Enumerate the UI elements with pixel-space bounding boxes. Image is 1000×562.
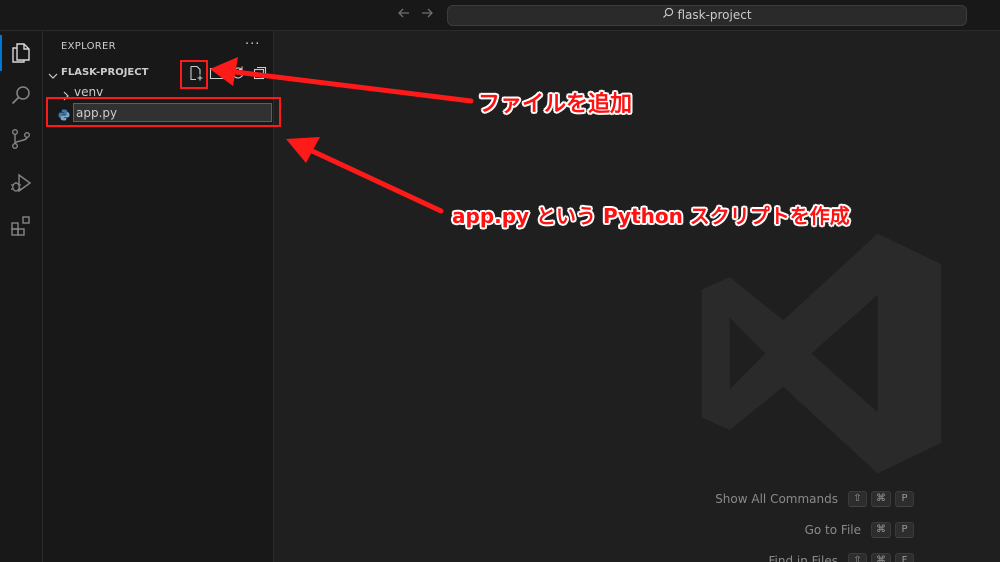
activity-bar — [0, 31, 43, 562]
vscode-logo-icon — [694, 226, 949, 485]
search-icon[interactable] — [9, 84, 33, 108]
key-cap: ⌘ — [871, 522, 891, 538]
refresh-icon[interactable] — [230, 65, 246, 81]
create-script-callout: app.py という Python スクリプトを作成 — [452, 204, 850, 228]
key-cap: F — [895, 553, 914, 562]
project-section-header[interactable]: FLASK-PROJECT — [43, 65, 274, 83]
shortcut-label: Find in Files — [768, 554, 839, 562]
key-cap: ⇧ — [848, 491, 867, 507]
new-file-row-highlight-box — [46, 97, 281, 127]
explorer-icon[interactable] — [9, 41, 33, 65]
shortcut-find-in-files: Find in Files ⇧ ⌘ F — [768, 552, 914, 562]
source-control-icon[interactable] — [9, 127, 33, 151]
collapse-all-icon[interactable] — [252, 65, 268, 81]
extensions-icon[interactable] — [9, 214, 33, 238]
shortcut-show-all-commands: Show All Commands ⇧ ⌘ P — [715, 490, 914, 508]
key-cap: ⌘ — [871, 553, 891, 562]
shortcut-go-to-file: Go to File ⌘ P — [805, 521, 914, 539]
key-cap: P — [895, 522, 914, 538]
title-bar: flask-project — [0, 0, 1000, 31]
search-icon — [662, 6, 674, 25]
search-text: flask-project — [677, 8, 752, 22]
new-folder-icon[interactable] — [209, 65, 225, 81]
editor-area: Show All Commands ⇧ ⌘ P Go to File ⌘ P F… — [274, 31, 1000, 562]
key-cap: ⇧ — [848, 553, 867, 562]
shortcut-label: Show All Commands — [715, 492, 838, 506]
active-indicator — [0, 35, 2, 71]
new-file-highlight-box — [180, 60, 208, 89]
key-cap: ⌘ — [871, 491, 891, 507]
key-cap: P — [895, 491, 914, 507]
more-actions-button[interactable]: ··· — [245, 37, 260, 52]
project-name: FLASK-PROJECT — [61, 67, 149, 78]
sidebar-title: EXPLORER — [61, 41, 116, 52]
command-center-search[interactable]: flask-project — [447, 5, 967, 26]
run-debug-icon[interactable] — [9, 171, 33, 195]
shortcut-label: Go to File — [804, 523, 861, 537]
new-file-callout: ファイルを追加 — [478, 92, 633, 117]
arrow-right-icon[interactable] — [420, 6, 434, 24]
arrow-left-icon[interactable] — [397, 6, 411, 24]
